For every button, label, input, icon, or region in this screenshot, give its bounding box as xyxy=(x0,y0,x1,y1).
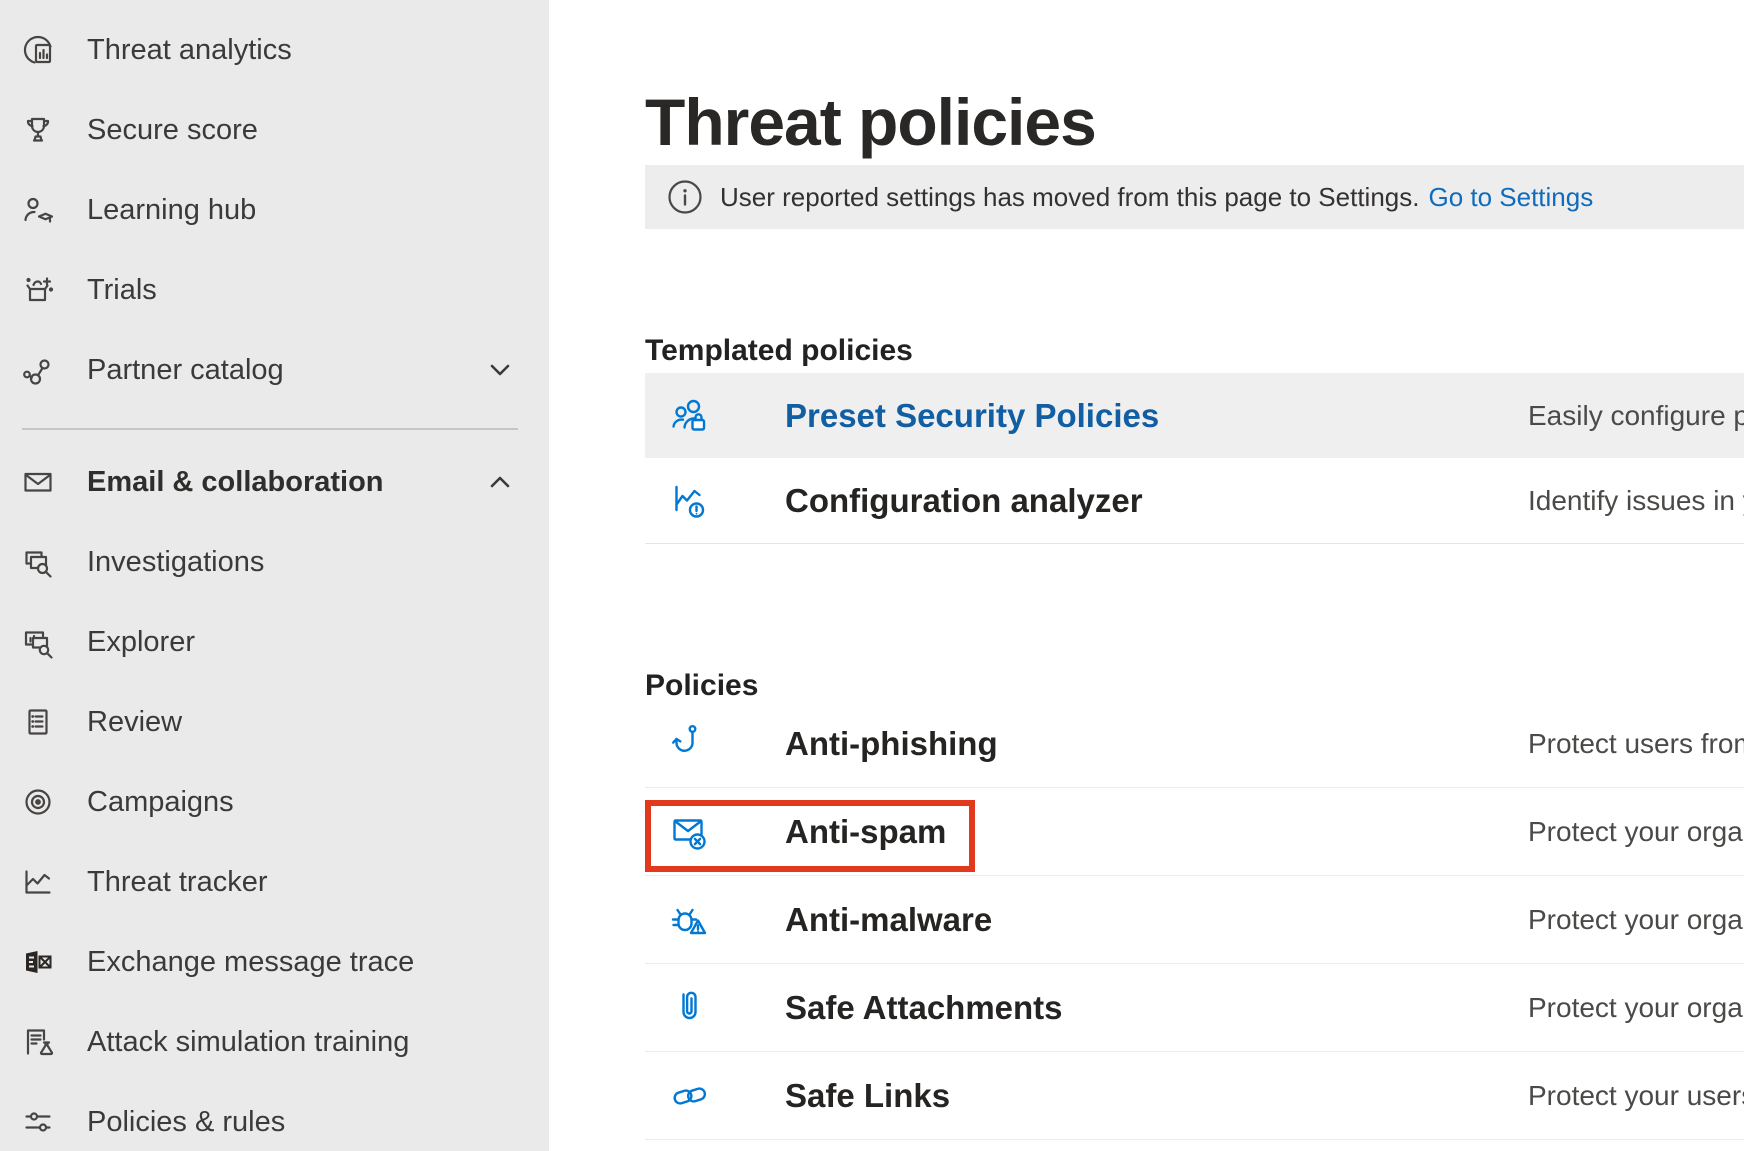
secure-score-icon xyxy=(20,112,56,148)
sidebar-item-label: Exchange message trace xyxy=(87,946,414,979)
safe-attachments-icon xyxy=(668,986,712,1030)
sidebar-item-email-collaboration[interactable]: Email & collaboration xyxy=(0,442,549,522)
sidebar-item-learning-hub[interactable]: Learning hub xyxy=(0,170,549,250)
sidebar-item-secure-score[interactable]: Secure score xyxy=(0,90,549,170)
policy-row-safe-attachments[interactable]: Safe Attachments Protect your organiz xyxy=(645,964,1744,1052)
policy-row-description: Protect users from p xyxy=(1528,728,1744,760)
sidebar-item-label: Trials xyxy=(87,274,157,307)
sidebar-item-partner-catalog[interactable]: Partner catalog xyxy=(0,330,549,410)
sidebar-item-attack-simulation-training[interactable]: Attack simulation training xyxy=(0,1002,549,1082)
anti-malware-icon xyxy=(668,898,712,942)
policy-row-label: Safe Attachments xyxy=(785,989,1063,1027)
policy-row-preset-security-policies[interactable]: Preset Security Policies Easily configur… xyxy=(645,373,1744,458)
investigations-icon xyxy=(20,544,56,580)
sidebar-item-label: Policies & rules xyxy=(87,1106,285,1139)
learning-hub-icon xyxy=(20,192,56,228)
info-banner: User reported settings has moved from th… xyxy=(645,165,1744,229)
policy-row-description: Protect your organiz xyxy=(1528,904,1744,936)
info-icon xyxy=(667,179,703,215)
policy-row-label: Safe Links xyxy=(785,1077,950,1115)
policy-row-safe-links[interactable]: Safe Links Protect your users fr xyxy=(645,1052,1744,1140)
policy-row-label: Anti-spam xyxy=(785,813,946,851)
sidebar-item-explorer[interactable]: Explorer xyxy=(0,602,549,682)
attack-simulation-training-icon xyxy=(20,1024,56,1060)
threat-tracker-icon xyxy=(20,864,56,900)
sidebar-item-label: Email & collaboration xyxy=(87,466,384,499)
exchange-message-trace-icon xyxy=(20,944,56,980)
anti-phishing-icon xyxy=(668,722,712,766)
left-nav-sidebar: Threat analytics Secure score xyxy=(0,0,549,1151)
sidebar-item-label: Threat analytics xyxy=(87,34,292,67)
sidebar-item-label: Partner catalog xyxy=(87,354,284,387)
policy-row-anti-malware[interactable]: Anti-malware Protect your organiz xyxy=(645,876,1744,964)
sidebar-item-trials[interactable]: Trials xyxy=(0,250,549,330)
policy-row-description: Identify issues in you xyxy=(1528,485,1744,517)
configuration-analyzer-icon xyxy=(668,479,712,523)
partner-catalog-icon xyxy=(20,352,56,388)
sidebar-list: Threat analytics Secure score xyxy=(0,10,549,1151)
trials-icon xyxy=(20,272,56,308)
page-title: Threat policies xyxy=(645,84,1096,160)
policy-row-description: Protect your users fr xyxy=(1528,1080,1744,1112)
sidebar-divider xyxy=(22,428,518,430)
campaigns-icon xyxy=(20,784,56,820)
threat-analytics-icon xyxy=(20,32,56,68)
explorer-icon xyxy=(20,624,56,660)
preset-security-policies-icon xyxy=(668,394,712,438)
policy-row-label: Preset Security Policies xyxy=(785,397,1159,435)
email-collaboration-icon xyxy=(20,464,56,500)
sidebar-item-threat-analytics[interactable]: Threat analytics xyxy=(0,10,549,90)
policy-row-label: Configuration analyzer xyxy=(785,482,1143,520)
policy-row-anti-spam[interactable]: Anti-spam Protect your organiz xyxy=(645,788,1744,876)
sidebar-item-review[interactable]: Review xyxy=(0,682,549,762)
templated-policies-list: Preset Security Policies Easily configur… xyxy=(645,373,1744,544)
section-heading-templated-policies: Templated policies xyxy=(645,334,913,368)
policy-row-anti-phishing[interactable]: Anti-phishing Protect users from p xyxy=(645,700,1744,788)
sidebar-item-label: Explorer xyxy=(87,626,195,659)
sidebar-item-campaigns[interactable]: Campaigns xyxy=(0,762,549,842)
sidebar-item-label: Review xyxy=(87,706,182,739)
sidebar-item-label: Secure score xyxy=(87,114,258,147)
sidebar-item-label: Investigations xyxy=(87,546,264,579)
sidebar-item-label: Campaigns xyxy=(87,786,234,819)
sidebar-item-threat-tracker[interactable]: Threat tracker xyxy=(0,842,549,922)
policy-row-label: Anti-phishing xyxy=(785,725,998,763)
main-content: Threat policies User reported settings h… xyxy=(645,0,1744,1151)
policy-row-description: Easily configure prot xyxy=(1528,400,1744,432)
policies-list: Anti-phishing Protect users from p Anti-… xyxy=(645,700,1744,1140)
chevron-up-icon[interactable] xyxy=(484,466,516,498)
policy-row-label: Anti-malware xyxy=(785,901,992,939)
safe-links-icon xyxy=(668,1074,712,1118)
anti-spam-icon xyxy=(668,810,712,854)
sidebar-item-label: Threat tracker xyxy=(87,866,268,899)
review-icon xyxy=(20,704,56,740)
sidebar-item-label: Learning hub xyxy=(87,194,256,227)
sidebar-item-label: Attack simulation training xyxy=(87,1026,409,1059)
sidebar-item-investigations[interactable]: Investigations xyxy=(0,522,549,602)
policies-rules-icon xyxy=(20,1104,56,1140)
section-heading-policies: Policies xyxy=(645,669,758,703)
policy-row-description: Protect your organiz xyxy=(1528,816,1744,848)
chevron-down-icon[interactable] xyxy=(484,354,516,386)
go-to-settings-link[interactable]: Go to Settings xyxy=(1428,182,1593,213)
sidebar-item-policies-rules[interactable]: Policies & rules xyxy=(0,1082,549,1151)
banner-message: User reported settings has moved from th… xyxy=(720,182,1419,213)
threat-policies-page: Threat analytics Secure score xyxy=(0,0,1744,1151)
policy-row-description: Protect your organiz xyxy=(1528,992,1744,1024)
sidebar-item-exchange-message-trace[interactable]: Exchange message trace xyxy=(0,922,549,1002)
policy-row-configuration-analyzer[interactable]: Configuration analyzer Identify issues i… xyxy=(645,458,1744,543)
